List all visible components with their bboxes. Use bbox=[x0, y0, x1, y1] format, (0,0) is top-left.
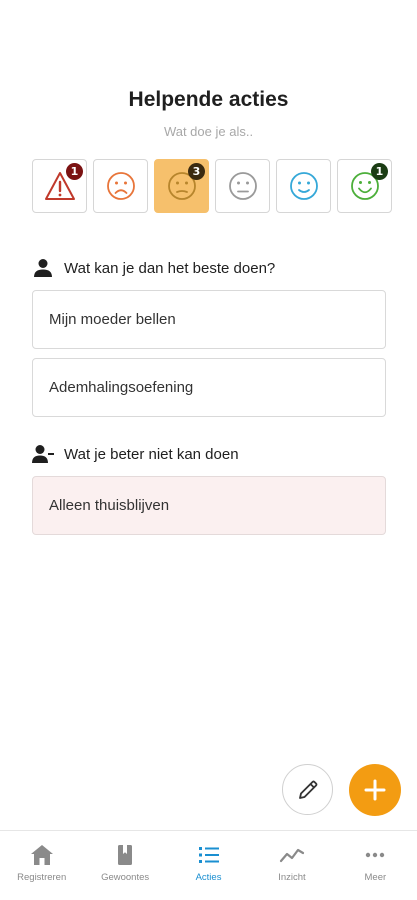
nav-label: Gewoontes bbox=[101, 872, 150, 883]
neutral-face-icon bbox=[228, 172, 257, 200]
chart-line-icon bbox=[279, 848, 305, 863]
plus-icon bbox=[364, 779, 386, 801]
nav-item-registreren[interactable]: Registreren bbox=[0, 831, 83, 900]
smile-face-icon bbox=[289, 172, 318, 200]
mood-option-sad[interactable] bbox=[93, 159, 148, 213]
person-remove-icon bbox=[32, 445, 54, 463]
mood-badge: 1 bbox=[371, 163, 388, 180]
action-item-label: Alleen thuisblijven bbox=[49, 497, 170, 514]
nav-label: Meer bbox=[364, 872, 387, 883]
mood-badge: 1 bbox=[66, 163, 83, 180]
nav-item-gewoontes[interactable]: Gewoontes bbox=[83, 831, 166, 900]
nav-label: Inzicht bbox=[278, 872, 306, 883]
sad-face-icon bbox=[106, 172, 135, 200]
home-icon bbox=[30, 845, 53, 865]
page-subtitle: Wat doe je als.. bbox=[163, 124, 254, 139]
helpful-heading-text: Wat kan je dan het beste doen? bbox=[64, 259, 276, 277]
pencil-icon bbox=[298, 780, 317, 799]
nav-label: Acties bbox=[195, 872, 222, 883]
bookmark-icon bbox=[118, 845, 133, 865]
nav-label: Registreren bbox=[17, 872, 67, 883]
mood-badge: 3 bbox=[188, 163, 205, 180]
mood-option-smile[interactable] bbox=[276, 159, 331, 213]
action-item-label: Mijn moeder bellen bbox=[49, 311, 176, 328]
person-icon bbox=[34, 259, 52, 277]
unhelpful-actions-heading: Wat je beter niet kan doen bbox=[32, 444, 239, 464]
edit-button[interactable] bbox=[282, 764, 333, 815]
mood-option-warning[interactable]: 1 bbox=[32, 159, 87, 213]
more-dots-icon bbox=[366, 852, 385, 858]
helpful-action-item[interactable]: Ademhalingsoefening bbox=[32, 358, 386, 417]
add-action-button[interactable] bbox=[349, 764, 401, 816]
helpful-actions-heading: Wat kan je dan het beste doen? bbox=[32, 258, 275, 278]
mood-option-neutral[interactable] bbox=[215, 159, 270, 213]
list-icon bbox=[198, 847, 219, 863]
nav-item-inzicht[interactable]: Inzicht bbox=[250, 831, 333, 900]
bottom-navigation: Registreren Gewoontes Acties Inzicht Mee… bbox=[0, 830, 417, 900]
mood-option-happy[interactable]: 1 bbox=[337, 159, 392, 213]
action-item-label: Ademhalingsoefening bbox=[49, 379, 194, 396]
page-title: Helpende acties bbox=[128, 88, 289, 111]
unhelpful-heading-text: Wat je beter niet kan doen bbox=[64, 445, 239, 463]
mood-option-uneasy[interactable]: 3 bbox=[154, 159, 209, 213]
helpful-action-item[interactable]: Mijn moeder bellen bbox=[32, 290, 386, 349]
unhelpful-action-item[interactable]: Alleen thuisblijven bbox=[32, 476, 386, 535]
nav-item-meer[interactable]: Meer bbox=[334, 831, 417, 900]
nav-item-acties[interactable]: Acties bbox=[167, 831, 250, 900]
mood-selector: 1 3 1 bbox=[32, 158, 417, 214]
